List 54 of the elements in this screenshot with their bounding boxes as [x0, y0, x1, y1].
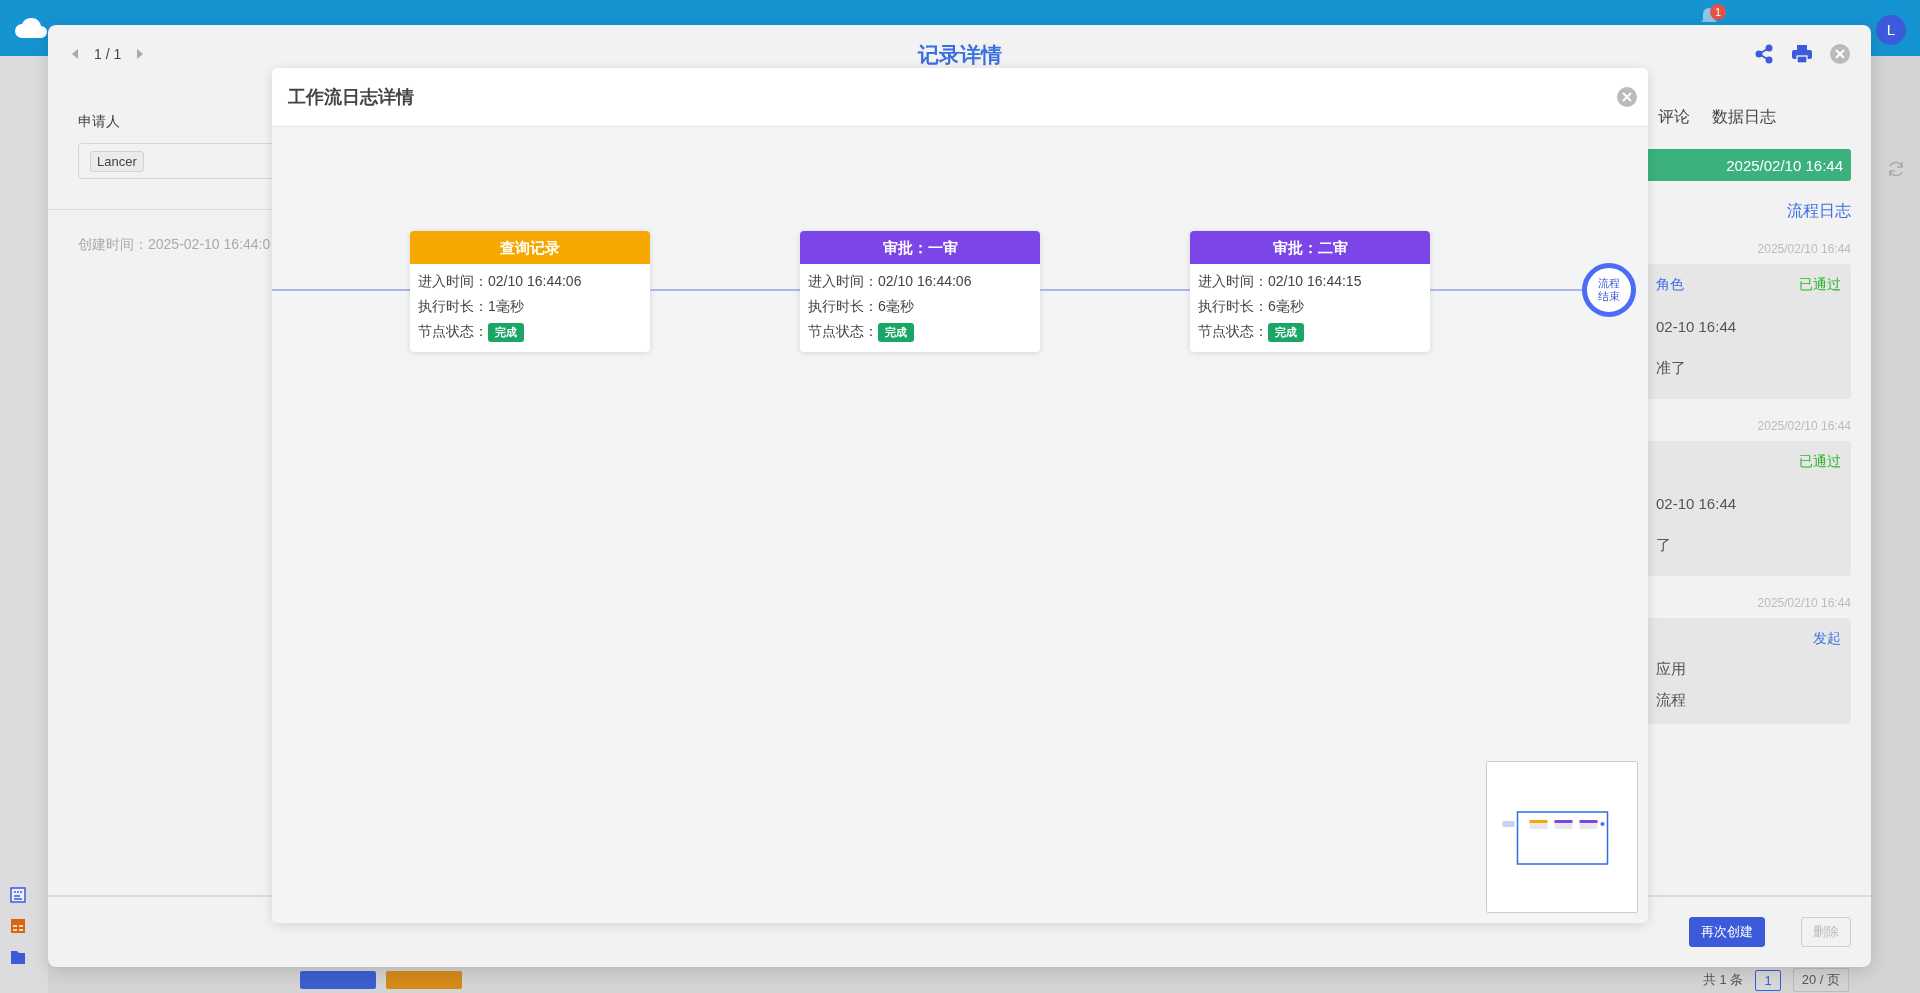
- node-field: 进入时间：02/10 16:44:15: [1198, 272, 1422, 292]
- previous-icon[interactable]: [70, 48, 80, 60]
- tab[interactable]: 数据日志: [1712, 106, 1776, 128]
- share-icon[interactable]: [1753, 43, 1775, 65]
- record-pager: 1 / 1: [94, 46, 122, 62]
- entry-text: 流程: [1656, 691, 1687, 710]
- node-field: 进入时间：02/10 16:44:06: [808, 272, 1032, 292]
- print-icon[interactable]: [1791, 43, 1813, 65]
- tab[interactable]: 评论: [1658, 106, 1690, 128]
- entry-result: 已通过: [1799, 276, 1841, 294]
- node-title: 审批：二审: [1190, 231, 1430, 264]
- entry-text: 02-10 16:44: [1656, 495, 1738, 512]
- node-field: 执行时长：6毫秒: [1198, 297, 1422, 317]
- avatar[interactable]: L: [1876, 15, 1906, 45]
- workflow-node[interactable]: 查询记录 进入时间：02/10 16:44:06 执行时长：1毫秒 节点状态： 完成: [410, 231, 650, 352]
- close-icon[interactable]: [1829, 43, 1851, 65]
- dialog-title: 记录详情: [917, 42, 1002, 68]
- entry-result: 已通过: [1799, 453, 1841, 471]
- created-time: 创建时间：2025-02-10 16:44:0: [78, 236, 271, 254]
- node-field-label: 节点状态：: [418, 323, 488, 341]
- status-tag: 完成: [488, 322, 524, 342]
- flow-log-link[interactable]: 流程日志: [1787, 201, 1851, 222]
- workflow-node[interactable]: 审批：二审 进入时间：02/10 16:44:15 执行时长：6毫秒 节点状态： 完成: [1190, 231, 1430, 352]
- entry-text: 准了: [1656, 359, 1687, 378]
- node-field-label: 节点状态：: [808, 323, 878, 341]
- node-field: 执行时长：1毫秒: [418, 297, 642, 317]
- page-size-select[interactable]: 20 / 页: [1792, 968, 1849, 992]
- entry-heading: 角色: [1656, 276, 1684, 294]
- refresh-icon[interactable]: [1886, 160, 1905, 178]
- entry-text: 02-10 16:44: [1656, 318, 1738, 335]
- footer-button[interactable]: 再次创建: [1689, 917, 1765, 947]
- document-icon[interactable]: [10, 887, 26, 903]
- node-field: 执行时长：6毫秒: [808, 297, 1032, 317]
- node-title: 查询记录: [410, 231, 650, 264]
- total-count: 共 1 条: [1703, 971, 1744, 989]
- status-tag: 完成: [878, 322, 914, 342]
- notification-badge: 1: [1710, 4, 1726, 20]
- user-tag: Lancer: [90, 150, 144, 172]
- node-field-label: 节点状态：: [1198, 323, 1268, 341]
- end-node[interactable]: 流程结束: [1582, 263, 1636, 317]
- entry-result: 发起: [1813, 630, 1841, 648]
- field-label: 申请人: [78, 113, 120, 131]
- folder-icon[interactable]: [10, 949, 26, 965]
- entry-text: 应用: [1656, 660, 1687, 679]
- node-field: 进入时间：02/10 16:44:06: [418, 272, 642, 292]
- dialog-title: 工作流日志详情: [288, 86, 414, 109]
- close-icon[interactable]: [1616, 86, 1638, 108]
- page-number[interactable]: 1: [1755, 969, 1781, 991]
- end-node-label: 流程结束: [1597, 276, 1621, 304]
- node-title: 审批：一审: [800, 231, 1040, 264]
- table-icon[interactable]: [10, 918, 26, 934]
- entry-text: 了: [1656, 536, 1672, 555]
- status-tag: 完成: [1268, 322, 1304, 342]
- workflow-node[interactable]: 审批：一审 进入时间：02/10 16:44:06 执行时长：6毫秒 节点状态： 完成: [800, 231, 1040, 352]
